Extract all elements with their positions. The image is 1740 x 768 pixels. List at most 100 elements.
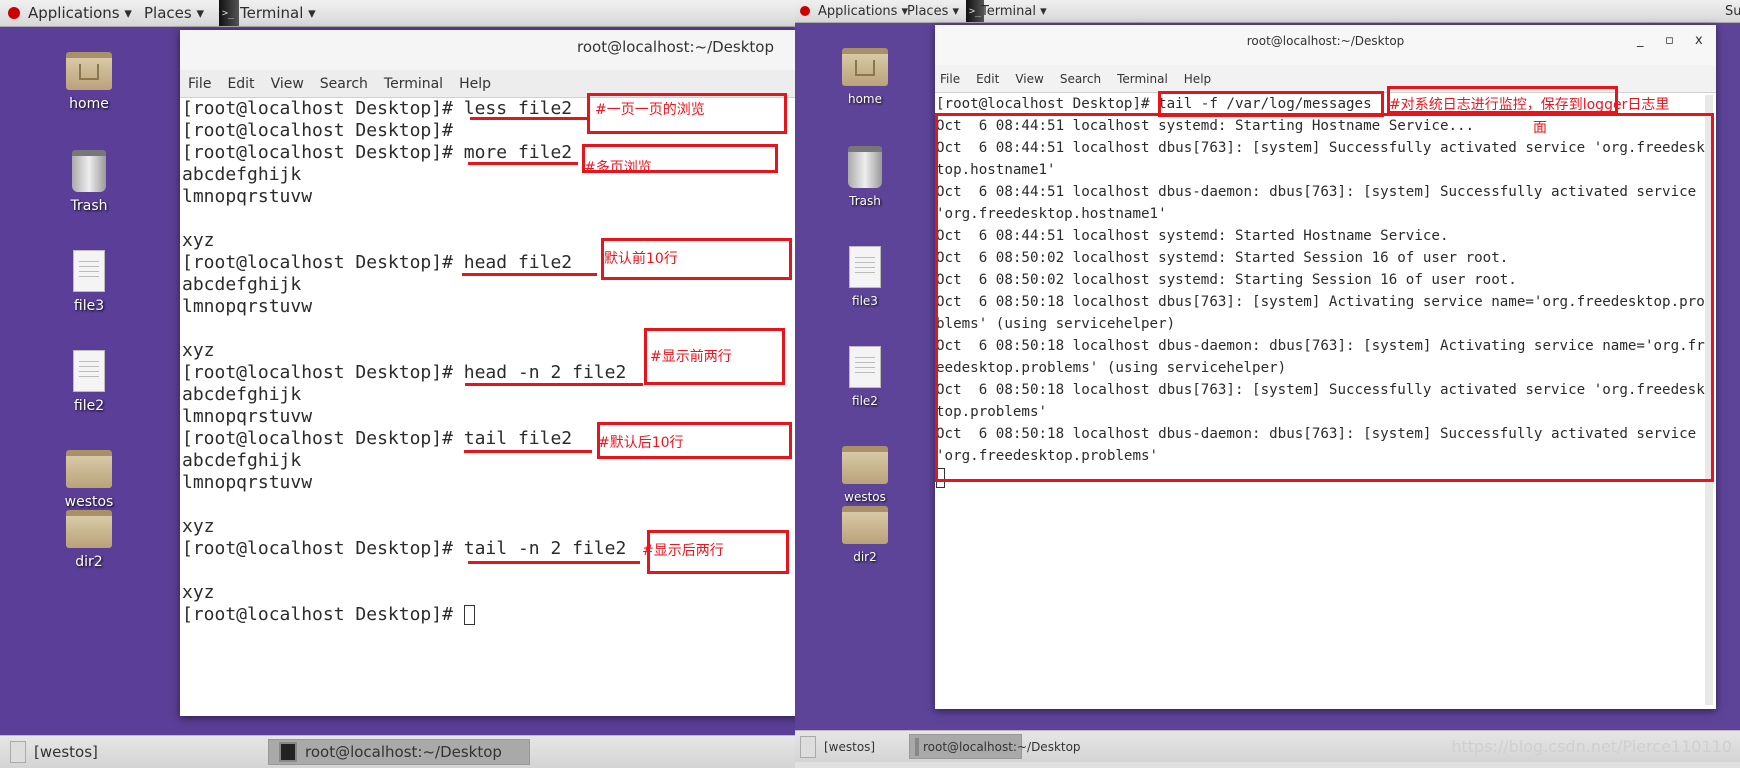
menu-file[interactable]: File bbox=[940, 72, 960, 86]
desktop-icon-trash[interactable]: Trash bbox=[815, 146, 915, 208]
menu-terminal[interactable]: Terminal bbox=[1117, 72, 1168, 86]
terminal-line: lmnopqrstuvw bbox=[182, 186, 313, 207]
desktop-icon-file3[interactable]: file3 bbox=[39, 250, 139, 314]
menu-file[interactable]: File bbox=[188, 76, 211, 92]
maximize-button[interactable]: ▫ bbox=[1665, 33, 1674, 48]
folder-icon bbox=[842, 506, 888, 544]
taskbar: [westos] root@localhost:~/Desktop bbox=[0, 735, 795, 768]
annotation-head-n: #显示前两行 bbox=[650, 349, 732, 365]
left-screenshot: Applications ▾ Places ▾ >_ Terminal ▾ ho… bbox=[0, 0, 795, 768]
annotation-more: #多页浏览 bbox=[584, 160, 652, 172]
desktop-icon-home[interactable]: home bbox=[39, 52, 139, 112]
desktop-icon-file2[interactable]: file2 bbox=[39, 350, 139, 414]
menu-help[interactable]: Help bbox=[1184, 72, 1211, 86]
annotation-head: 默认前10行 bbox=[604, 251, 678, 267]
desktop-icon-home[interactable]: home bbox=[815, 48, 915, 106]
file-icon bbox=[73, 350, 105, 392]
terminal-line: [root@localhost Desktop]# more file2 bbox=[182, 142, 573, 163]
terminal-line: xyz bbox=[182, 516, 215, 537]
top-bar: Applications ▾ Places ▾ >_ Terminal ▾ bbox=[0, 0, 795, 27]
terminal-line: abcdefghijk bbox=[182, 164, 302, 185]
terminal-line: lmnopqrstuvw bbox=[182, 406, 313, 427]
terminal-line: abcdefghijk bbox=[182, 384, 302, 405]
title-bar[interactable]: root@localhost:~/Desktop bbox=[180, 30, 795, 70]
top-bar: Applications ▾ Places ▾ >_ Terminal ▾ Su bbox=[795, 0, 1740, 23]
workspace-label: [westos] bbox=[824, 739, 876, 754]
terminal-app-menu[interactable]: Terminal ▾ bbox=[240, 0, 316, 26]
trash-icon bbox=[72, 150, 106, 192]
terminal-line: [root@localhost Desktop]# head file2 bbox=[182, 252, 573, 273]
menu-search[interactable]: Search bbox=[1060, 72, 1101, 86]
menu-edit[interactable]: Edit bbox=[976, 72, 999, 86]
home-folder-icon bbox=[842, 48, 888, 86]
file-cabinet-icon bbox=[10, 741, 26, 763]
terminal-line: abcdefghijk bbox=[182, 450, 302, 471]
workspace-button[interactable]: [westos] bbox=[0, 739, 263, 765]
menu-edit[interactable]: Edit bbox=[227, 76, 254, 92]
annotation-tail-n: #显示后两行 bbox=[642, 543, 724, 559]
taskbar-terminal-button[interactable]: root@localhost:~/Desktop bbox=[909, 734, 1081, 759]
menu-terminal[interactable]: Terminal bbox=[384, 76, 443, 92]
file-icon bbox=[849, 346, 881, 388]
workspace-button[interactable]: [westos] bbox=[795, 734, 907, 759]
menu-help[interactable]: Help bbox=[459, 76, 491, 92]
folder-icon bbox=[66, 450, 112, 488]
trash-icon bbox=[848, 146, 882, 188]
close-button[interactable]: x bbox=[1695, 33, 1703, 48]
taskbar-terminal-button[interactable]: root@localhost:~/Desktop bbox=[268, 739, 530, 765]
terminal-line: abcdefghijk bbox=[182, 274, 302, 295]
title-bar[interactable]: root@localhost:~/Desktop _ ▫ x bbox=[935, 25, 1716, 65]
terminal-icon: >_ bbox=[219, 0, 239, 26]
desktop-icon-label: file3 bbox=[73, 298, 105, 314]
places-menu[interactable]: Places ▾ bbox=[144, 0, 204, 26]
applications-menu[interactable]: Applications ▾ bbox=[28, 0, 132, 26]
terminal-icon bbox=[279, 742, 297, 762]
desktop-icon-label: file2 bbox=[852, 394, 878, 408]
menu-view[interactable]: View bbox=[1015, 72, 1043, 86]
folder-icon bbox=[66, 510, 112, 548]
terminal-line: [root@localhost Desktop]# bbox=[182, 120, 464, 141]
annotation-tail: #默认后10行 bbox=[598, 435, 684, 451]
home-folder-icon bbox=[66, 52, 112, 90]
text-cursor bbox=[463, 605, 475, 625]
desktop-icon-dir2[interactable]: dir2 bbox=[815, 506, 915, 564]
menu-search[interactable]: Search bbox=[320, 76, 368, 92]
desktop-icon-label: dir2 bbox=[75, 554, 103, 570]
minimize-button[interactable]: _ bbox=[1637, 33, 1644, 48]
file-cabinet-icon bbox=[800, 735, 816, 758]
desktop-icon-file2[interactable]: file2 bbox=[815, 346, 915, 408]
taskbar-terminal-label: root@localhost:~/Desktop bbox=[305, 743, 502, 761]
desktop-icon-trash[interactable]: Trash bbox=[39, 150, 139, 214]
terminal-line: [root@localhost Desktop]# tail -n 2 file… bbox=[182, 538, 627, 559]
places-menu[interactable]: Places ▾ bbox=[907, 0, 959, 22]
desktop-icon-label: file3 bbox=[852, 294, 878, 308]
desktop-icon-westos[interactable]: westos bbox=[815, 446, 915, 504]
terminal-app-menu[interactable]: Terminal ▾ bbox=[981, 0, 1047, 22]
clock[interactable]: Su bbox=[1725, 0, 1740, 22]
desktop-icon-label: Trash bbox=[849, 194, 881, 208]
desktop-icon-label: file2 bbox=[73, 398, 105, 414]
watermark: https://blog.csdn.net/Pierce110110 bbox=[1451, 737, 1732, 756]
annotation-less: #一页一页的浏览 bbox=[595, 102, 705, 118]
annotation-tail-f: #对系统日志进行监控，保存到logger日志里 bbox=[1389, 97, 1670, 113]
terminal-output[interactable]: [root@localhost Desktop]# less file2 [roo… bbox=[182, 98, 626, 626]
desktop-icon-label: home bbox=[69, 96, 109, 112]
desktop-icon-label: dir2 bbox=[853, 550, 877, 564]
terminal-icon bbox=[915, 737, 919, 756]
terminal-line: xyz bbox=[182, 340, 215, 361]
desktop-icon-dir2[interactable]: dir2 bbox=[39, 510, 139, 570]
redhat-icon bbox=[8, 0, 20, 26]
file-icon bbox=[849, 246, 881, 288]
menu-view[interactable]: View bbox=[271, 76, 304, 92]
applications-menu[interactable]: Applications ▾ bbox=[818, 0, 908, 22]
desktop-icon-file3[interactable]: file3 bbox=[815, 246, 915, 308]
desktop-icon-westos[interactable]: westos bbox=[39, 450, 139, 510]
taskbar: [westos] root@localhost:~/Desktop https:… bbox=[795, 730, 1740, 762]
annotation-box-log bbox=[935, 113, 1714, 482]
taskbar-terminal-label: root@localhost:~/Desktop bbox=[923, 739, 1081, 754]
terminal-line: [root@localhost Desktop]# bbox=[182, 604, 626, 626]
desktop-icon-label: Trash bbox=[70, 198, 108, 214]
